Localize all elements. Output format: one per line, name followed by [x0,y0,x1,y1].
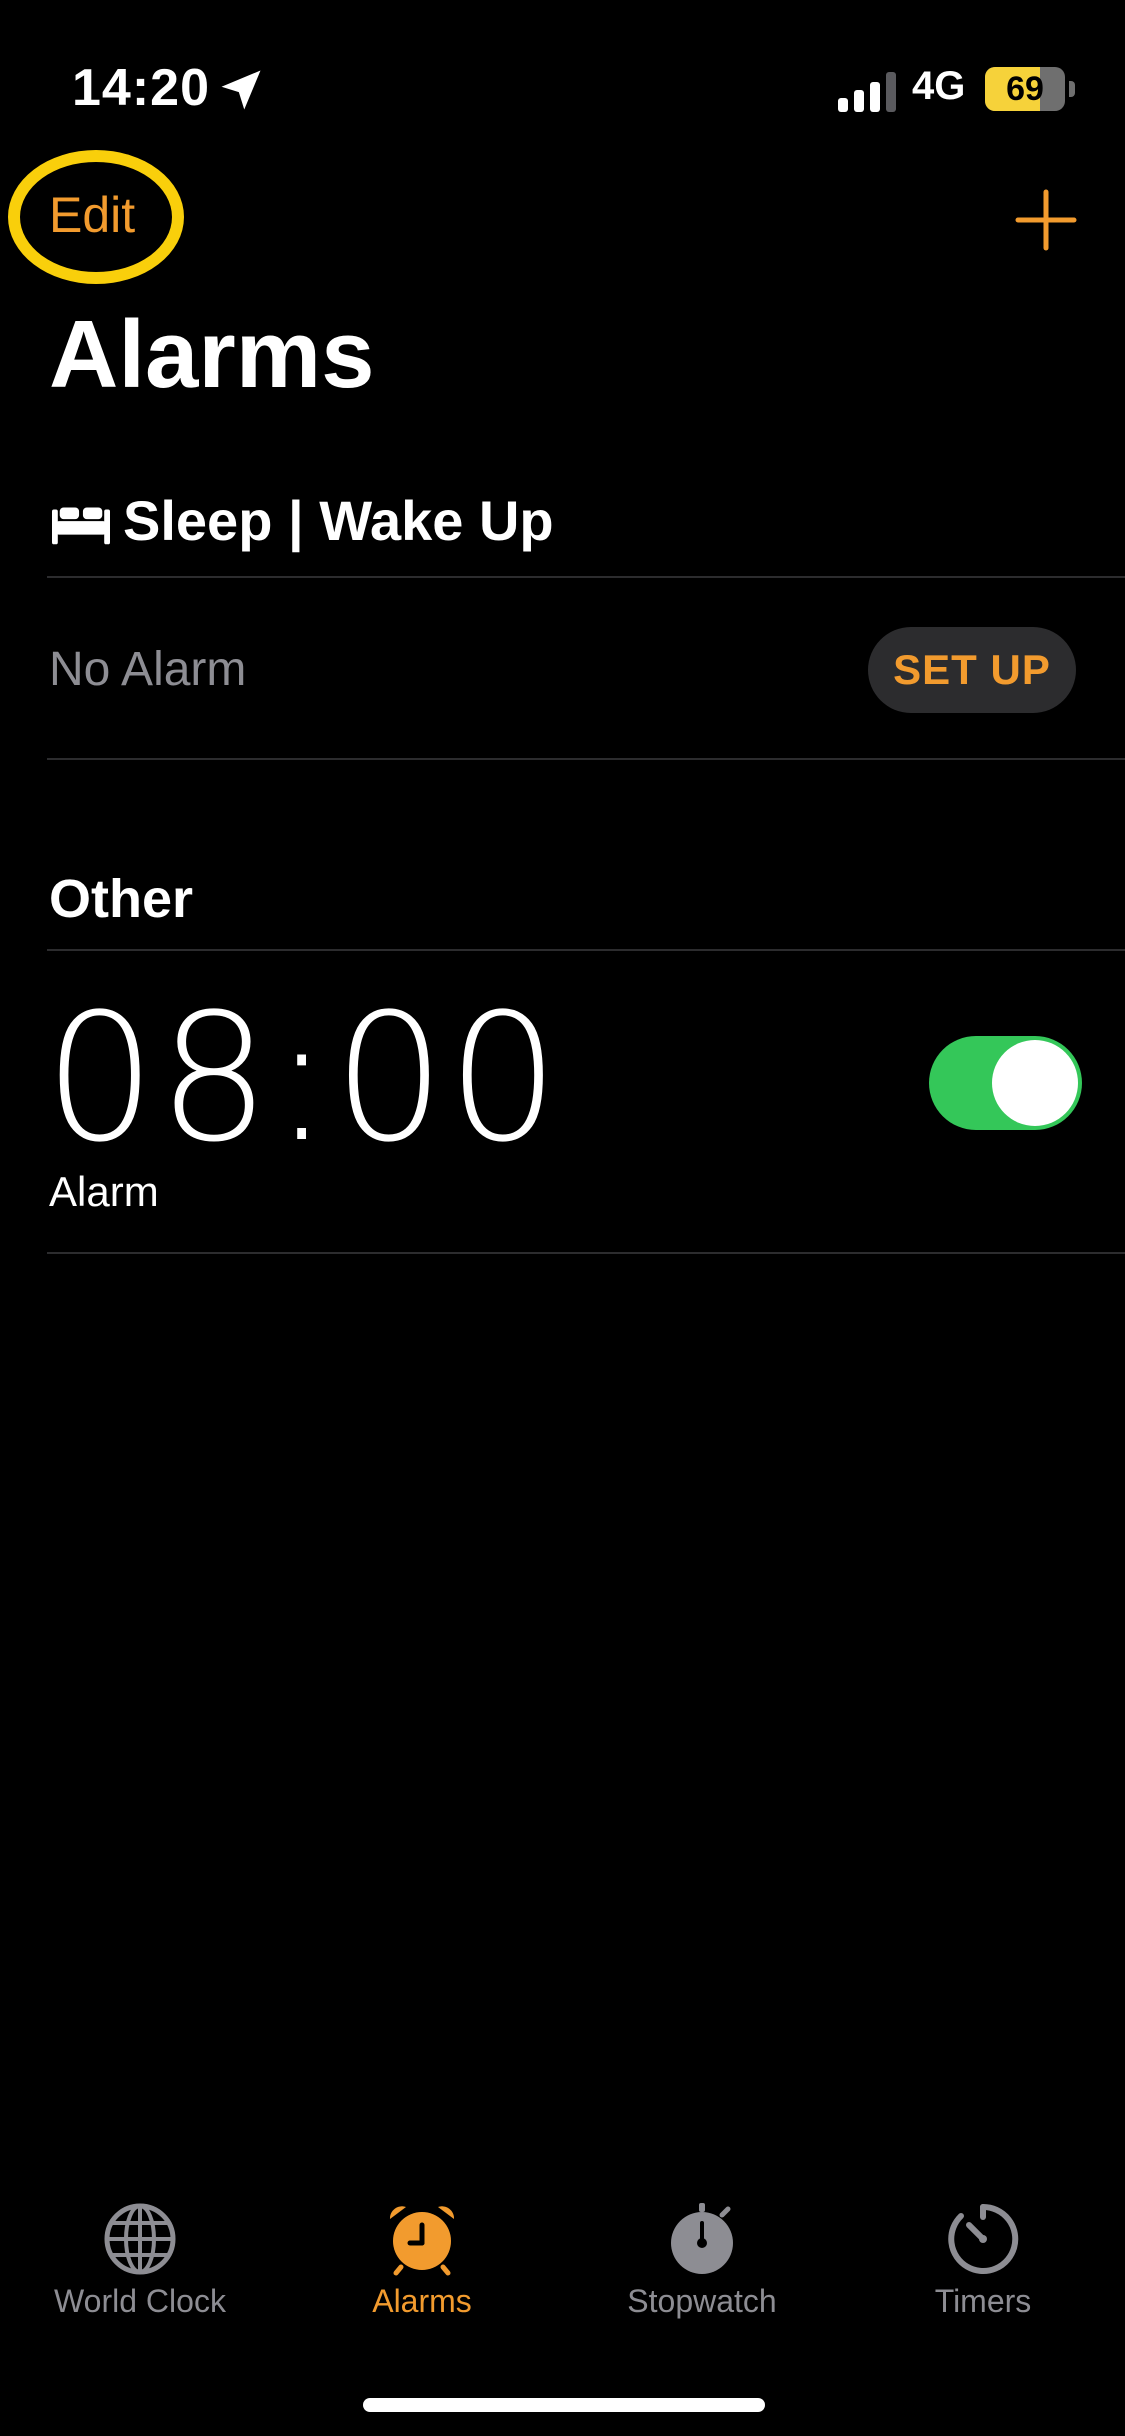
status-time: 14:20 [72,59,210,117]
bed-icon [52,507,110,545]
location-arrow-icon [221,70,261,110]
tab-alarms[interactable]: Alarms [307,2200,537,2320]
battery-cap [1069,81,1075,97]
sleep-section-title: Sleep | Wake Up [123,489,554,552]
battery-indicator: 69 [985,67,1075,111]
tab-label: Timers [934,2282,1032,2319]
battery-level: 69 [1006,70,1044,108]
battery-icon: 69 [985,67,1065,111]
timer-icon [948,2203,1019,2274]
add-alarm-button[interactable] [1008,182,1084,258]
home-indicator [363,2398,765,2412]
tab-timers[interactable]: Timers [868,2200,1098,2320]
divider [47,949,1125,951]
alarm-label: Alarm [49,1168,159,1215]
globe-icon [104,2203,176,2274]
divider [47,758,1125,760]
divider [47,1252,1125,1254]
divider [47,576,1125,578]
tab-label: Alarms [372,2282,472,2319]
alarm-clock-icon [389,2205,455,2275]
setup-button[interactable]: SET UP [868,627,1076,713]
toggle-knob [992,1040,1078,1126]
tab-label: Stopwatch [627,2282,777,2319]
stopwatch-icon [671,2202,733,2274]
plus-icon [1015,189,1077,251]
alarm-toggle[interactable] [929,1036,1082,1130]
tab-stopwatch[interactable]: Stopwatch [587,2200,817,2320]
network-type: 4G [912,64,966,108]
page-title: Alarms [49,301,375,408]
tab-world-clock[interactable]: World Clock [25,2200,255,2320]
alarm-time[interactable]: 08:00 [44,976,561,1181]
tab-label: World Clock [54,2282,226,2319]
edit-button[interactable]: Edit [49,186,135,244]
cellular-signal-icon [838,72,896,112]
no-alarm-text: No Alarm [49,643,247,696]
other-section-title: Other [49,869,194,929]
